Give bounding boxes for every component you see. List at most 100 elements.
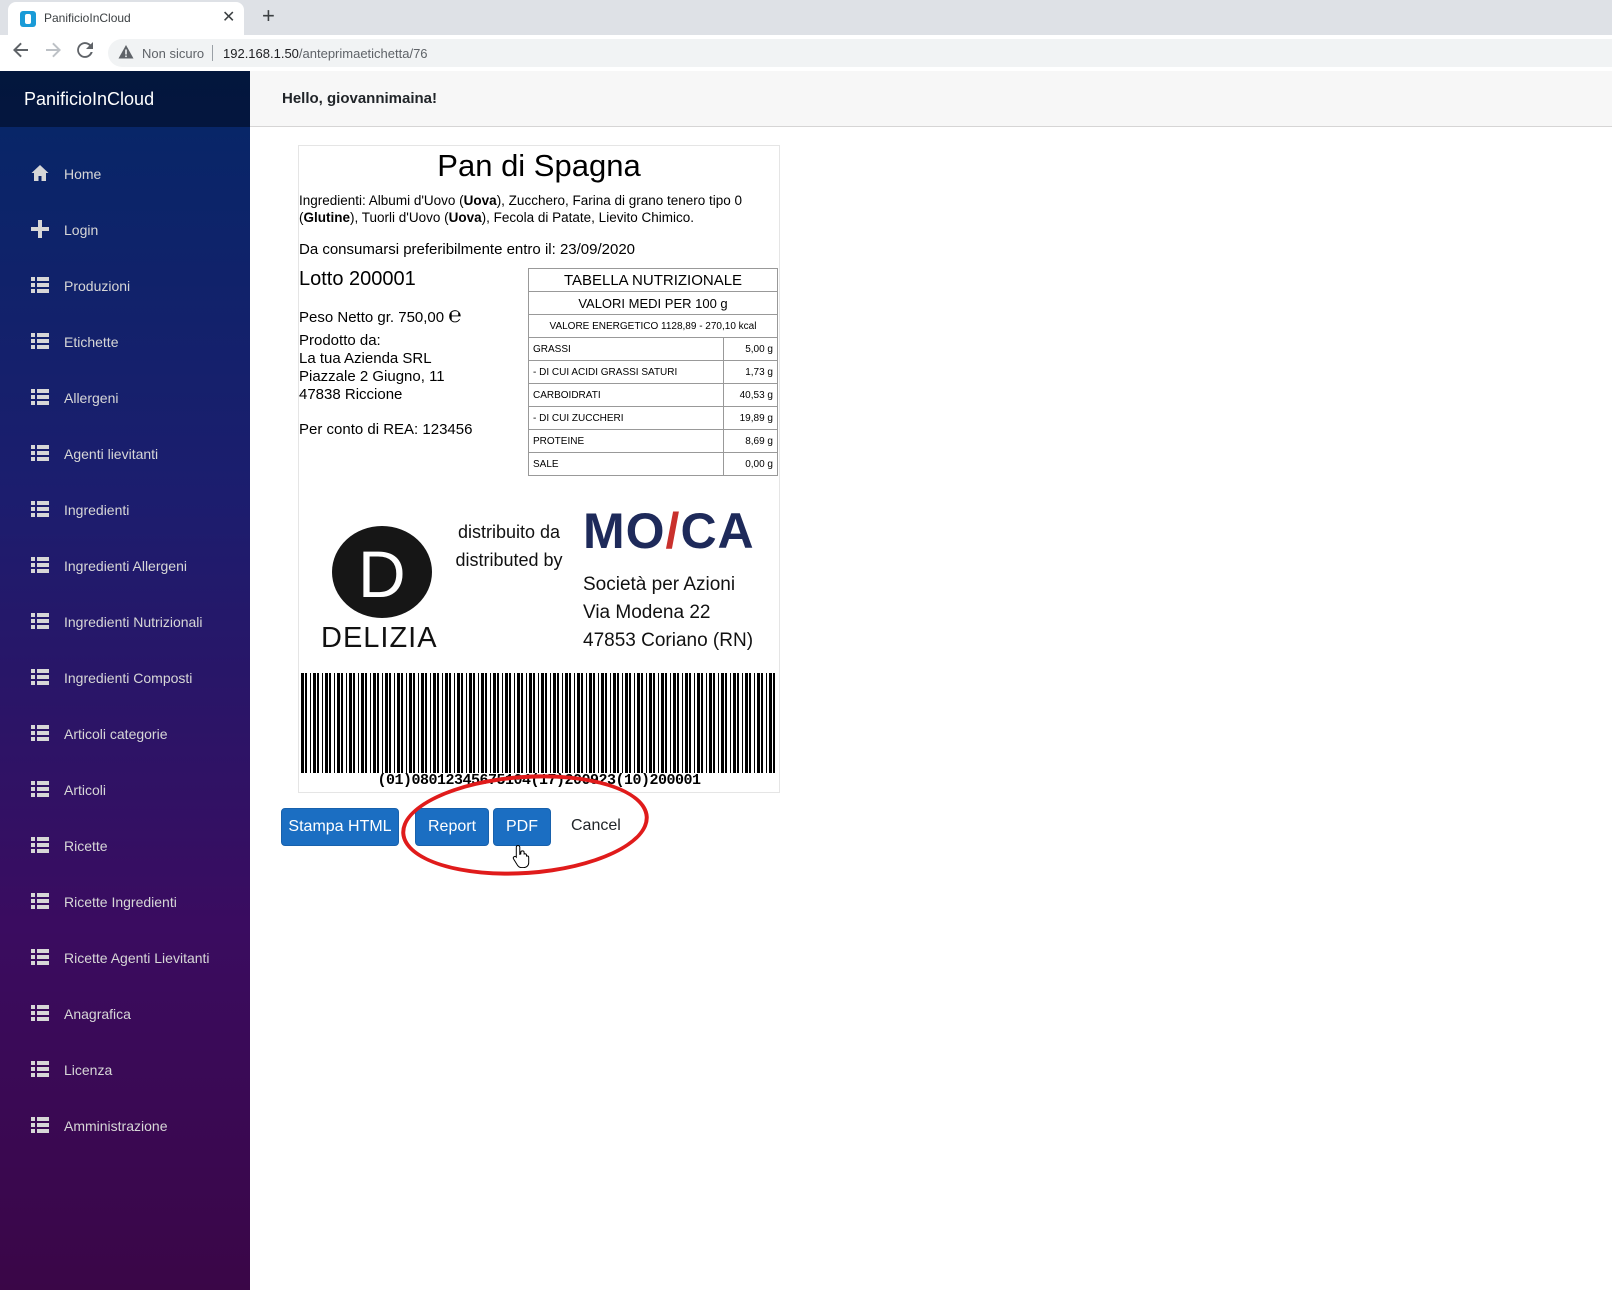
distributed-by: distribuito da distributed by [449,518,569,574]
sidebar-item-ingredienti[interactable]: Ingredienti [0,482,250,538]
sidebar-item-label: Agenti lievitanti [64,446,159,462]
sidebar-item-produzioni[interactable]: Produzioni [0,258,250,314]
moca-logo: MO/CA [583,502,755,560]
sidebar-item-ricette-agenti-lievitanti[interactable]: Ricette Agenti Lievitanti [0,930,250,986]
distributor-type: Società per Azioni [583,574,736,595]
nutrition-row: - DI CUI ZUCCHERI 19,89 g [527,406,778,430]
sidebar-item-agenti-lievitanti[interactable]: Agenti lievitanti [0,426,250,482]
delizia-wordmark: DELIZIA [321,622,438,654]
moca-logo-a: MO [583,503,666,559]
sidebar-item-label: Anagrafica [64,1006,131,1022]
not-secure-label[interactable]: Non sicuro [142,46,204,61]
sidebar-item-ricette-ingredienti[interactable]: Ricette Ingredienti [0,874,250,930]
ingredients-mid2: ), Tuorli d'Uovo ( [350,210,449,225]
sidebar-item-label: Ingredienti Nutrizionali [64,614,203,630]
list-icon [31,1060,49,1078]
rea-number: Per conto di REA: 123456 [299,421,473,438]
nutrient-value: 5,00 g [723,337,778,361]
producer-city: 47838 Riccione [299,386,403,403]
sidebar-item-home[interactable]: Home [0,146,250,202]
delizia-logo-letter: D [358,537,406,611]
browser-toolbar: Non sicuro 192.168.1.50/anteprimaetichet… [0,35,1612,72]
sidebar-item-anagrafica[interactable]: Anagrafica [0,986,250,1042]
sidebar-item-licenza[interactable]: Licenza [0,1042,250,1098]
sidebar-item-ingredienti-composti[interactable]: Ingredienti Composti [0,650,250,706]
browser-tab[interactable]: PanificioInCloud ✕ [8,2,244,35]
list-icon [31,444,49,462]
list-icon [31,668,49,686]
producer-name: La tua Azienda SRL [299,350,432,367]
sidebar-item-login[interactable]: Login [0,202,250,258]
distributor-city: 47853 Coriano (RN) [583,630,754,651]
nutrient-value: 19,89 g [723,406,778,430]
moca-logo-b: CA [680,503,755,559]
nutrition-title: TABELLA NUTRIZIONALE [528,268,778,292]
sidebar-item-ricette[interactable]: Ricette [0,818,250,874]
sidebar-item-label: Articoli [64,782,107,798]
nutrient-value: 8,69 g [723,429,778,453]
sidebar-item-allergeni[interactable]: Allergeni [0,370,250,426]
list-icon [31,388,49,406]
home-icon [31,164,49,182]
sidebar-item-articoli[interactable]: Articoli [0,762,250,818]
sidebar-item-label: Produzioni [64,278,131,294]
distributor-address: Società per Azioni Via Modena 22 47853 C… [583,571,753,655]
nutrition-row: CARBOIDRATI 40,53 g [527,383,778,407]
nutrition-title-row: TABELLA NUTRIZIONALE [528,268,778,292]
list-icon [31,556,49,574]
list-icon [31,724,49,742]
url-host: 192.168.1.50 [223,46,299,61]
nutrition-table: TABELLA NUTRIZIONALE VALORI MEDI PER 100… [527,268,778,476]
list-icon [31,948,49,966]
warning-icon[interactable] [118,44,134,63]
forward-arrow-icon[interactable] [44,41,62,64]
list-icon [31,780,49,798]
distributed-it: distribuito da [457,522,561,542]
moca-flag-icon: / [665,503,681,559]
nutrition-row: PROTEINE 8,69 g [527,429,778,453]
tab-title: PanificioInCloud [44,11,131,25]
sidebar-item-ingredienti-allergeni[interactable]: Ingredienti Allergeni [0,538,250,594]
nutrient-value: 0,00 g [723,452,778,476]
sidebar-item-label: Ingredienti [64,502,130,518]
nutrition-energy-row: VALORE ENERGETICO 1128,89 - 270,10 kcal [528,314,778,338]
sidebar-item-amministrazione[interactable]: Amministrazione [0,1098,250,1154]
nutrition-row: SALE 0,00 g [527,452,778,476]
sidebar-item-label: Allergeni [64,390,119,406]
reload-icon[interactable] [76,41,94,64]
allergen-3: Uova [448,210,482,225]
allergen-2: Glutine [303,210,351,225]
url-text[interactable]: 192.168.1.50/anteprimaetichetta/76 [223,46,428,61]
new-tab-button[interactable]: + [262,3,275,29]
nutrient-name: - DI CUI ZUCCHERI [527,406,725,430]
brand-link[interactable]: PanificioInCloud [24,89,154,110]
barcode-image [301,673,775,773]
sidebar-item-label: Articoli categorie [64,726,168,742]
nutrition-rows: GRASSI 5,00 g- DI CUI ACIDI GRASSI SATURI… [527,337,778,476]
ingredients-suffix: ), Fecola di Patate, Lievito Chimico. [481,210,694,225]
ingredients-text: Ingredienti: Albumi d'Uovo (Uova), Zucch… [299,192,777,226]
nutrient-name: GRASSI [527,337,725,361]
sidebar-item-label: Ricette Agenti Lievitanti [64,950,210,966]
sidebar-item-articoli-categorie[interactable]: Articoli categorie [0,706,250,762]
sidebar-item-label: Ricette [64,838,108,854]
sidebar-item-ingredienti-nutrizionali[interactable]: Ingredienti Nutrizionali [0,594,250,650]
back-arrow-icon[interactable] [12,41,30,64]
sidebar-item-label: Ricette Ingredienti [64,894,177,910]
expiry-date: Da consumarsi preferibilmente entro il: … [299,241,636,258]
sidebar-item-etichette[interactable]: Etichette [0,314,250,370]
nutrition-row: - DI CUI ACIDI GRASSI SATURI 1,73 g [527,360,778,384]
address-bar[interactable]: Non sicuro 192.168.1.50/anteprimaetichet… [108,39,1612,67]
sidebar-item-label: Ingredienti Allergeni [64,558,187,574]
top-header: Hello, giovannimaina! [250,71,1612,127]
list-icon [31,500,49,518]
sidebar-item-label: Ingredienti Composti [64,670,193,686]
list-icon [31,332,49,350]
print-html-button[interactable]: Stampa HTML [281,808,399,846]
nutrient-name: SALE [527,452,725,476]
net-weight: Peso Netto gr. 750,00 ℮ [299,302,461,328]
close-tab-icon[interactable]: ✕ [222,7,235,27]
list-icon [31,836,49,854]
brand-bar: PanificioInCloud [0,71,250,127]
label-preview: Pan di Spagna Ingredienti: Albumi d'Uovo… [298,145,780,793]
